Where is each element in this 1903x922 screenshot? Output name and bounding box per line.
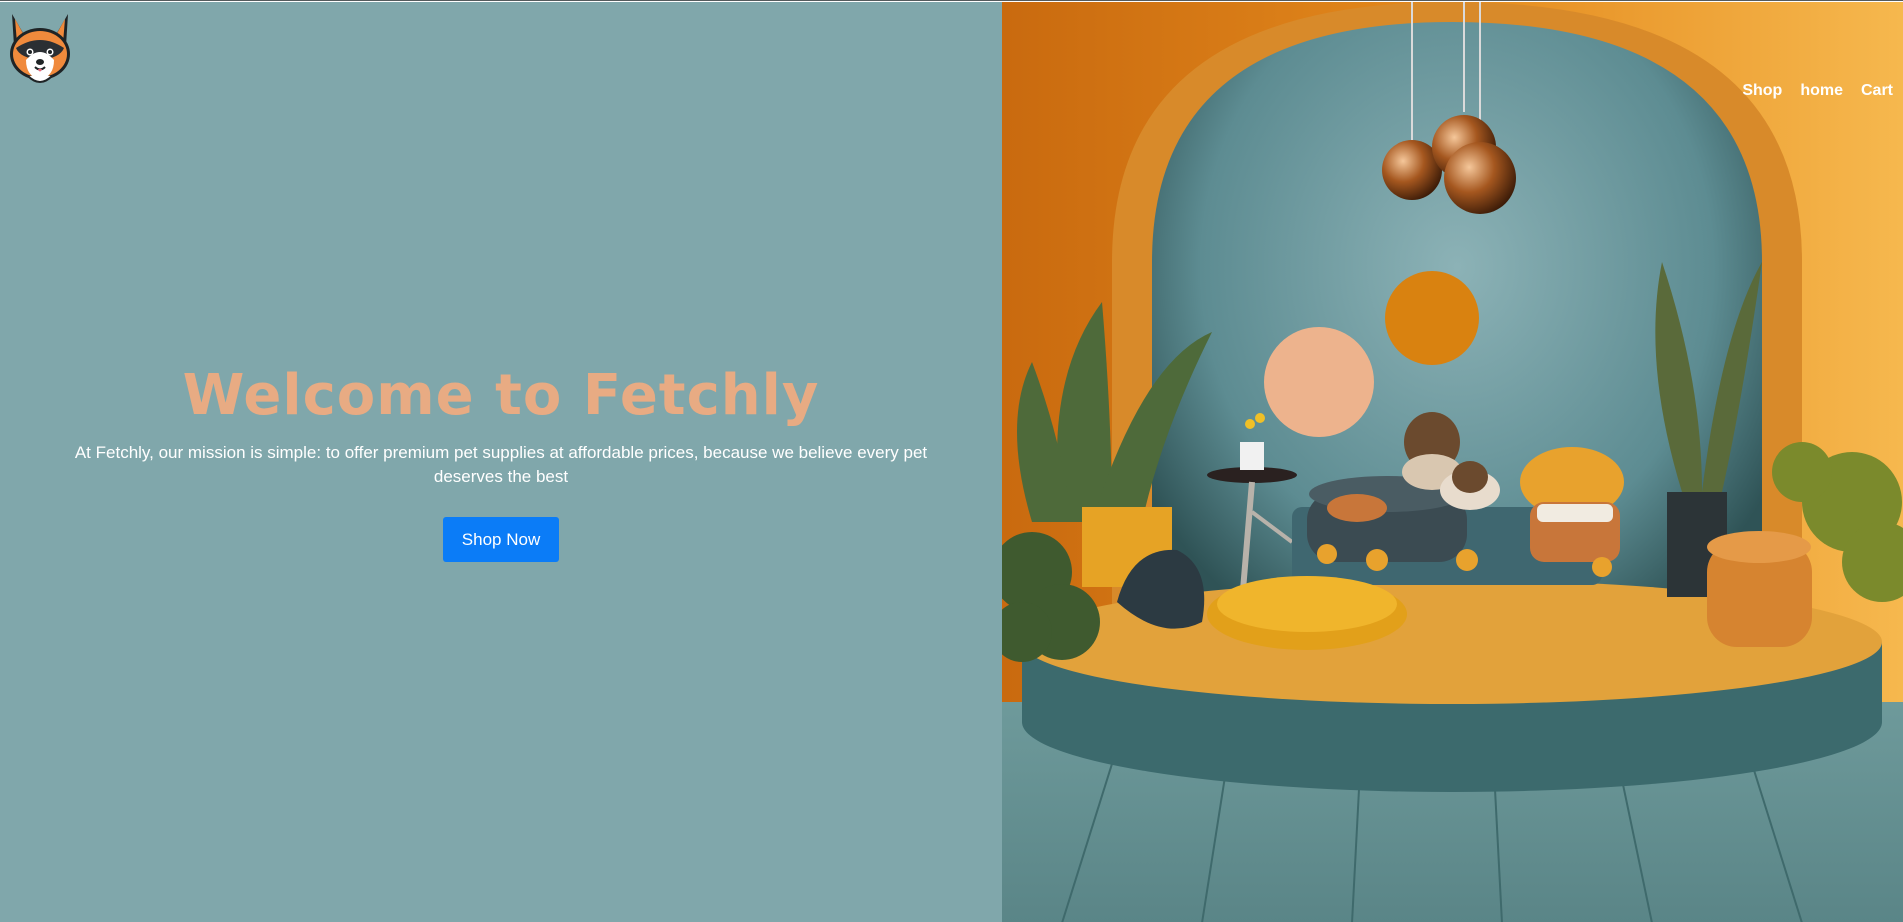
nav-link-home[interactable]: home: [1800, 82, 1843, 100]
corgi-dog-logo-icon: [10, 14, 70, 83]
shop-now-button[interactable]: Shop Now: [443, 517, 559, 563]
hero-description: At Fetchly, our mission is simple: to of…: [74, 443, 928, 487]
hero-title: Welcome to Fetchly: [182, 363, 820, 428]
hero-content: Welcome to Fetchly At Fetchly, our missi…: [0, 362, 1002, 563]
hero-image-panel: Shop home Cart: [1002, 2, 1903, 922]
nav-link-cart[interactable]: Cart: [1861, 82, 1893, 100]
hero-left-panel: Welcome to Fetchly At Fetchly, our missi…: [0, 2, 1002, 922]
logo-link[interactable]: [4, 10, 76, 88]
interior-pet-room-image: [1002, 2, 1903, 922]
top-nav: Shop home Cart: [1742, 82, 1893, 100]
page: Welcome to Fetchly At Fetchly, our missi…: [0, 0, 1903, 922]
nav-link-shop[interactable]: Shop: [1742, 82, 1782, 100]
